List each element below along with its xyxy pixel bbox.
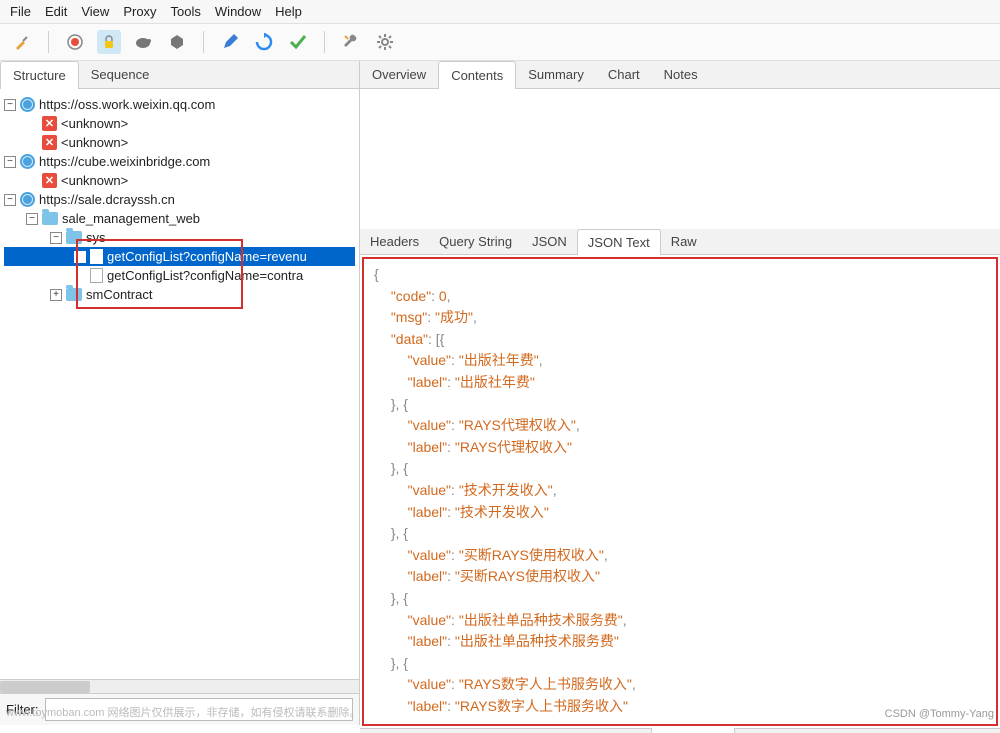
watermark-left: www.toymoban.com 网络图片仅供展示，非存储，如有侵权请联系删除。: [6, 704, 360, 720]
folder-icon: [42, 212, 58, 225]
left-panel: Structure Sequence −https://oss.work.wei…: [0, 61, 360, 725]
bottomtab-javascript[interactable]: JavaScript: [516, 729, 597, 733]
tree-label: sale_management_web: [62, 211, 200, 226]
tab-notes[interactable]: Notes: [652, 61, 710, 88]
tree-host[interactable]: −https://sale.dcrayssh.cn: [4, 190, 355, 209]
left-tabs: Structure Sequence: [0, 61, 359, 89]
tree-label: getConfigList?configName=revenu: [107, 249, 307, 264]
scroll-thumb[interactable]: [0, 681, 90, 693]
tree-label: https://cube.weixinbridge.com: [39, 154, 210, 169]
tab-chart[interactable]: Chart: [596, 61, 652, 88]
doc-icon: [90, 249, 103, 264]
lock-icon[interactable]: [97, 30, 121, 54]
bottomtab-text[interactable]: Text: [429, 729, 473, 733]
response-subtabs: Headers Text Hex JavaScript JSON JSON Te…: [360, 728, 1000, 733]
tree-host[interactable]: −https://oss.work.weixin.qq.com: [4, 95, 355, 114]
bottomtab-headers[interactable]: Headers: [360, 729, 429, 733]
turtle-icon[interactable]: [131, 30, 155, 54]
menu-file[interactable]: File: [10, 4, 31, 19]
tree-folder[interactable]: −sys: [4, 228, 355, 247]
globe-icon: [20, 154, 35, 169]
right-tabs: Overview Contents Summary Chart Notes: [360, 61, 1000, 89]
broom-icon[interactable]: [10, 30, 34, 54]
request-subtabs: Headers Query String JSON JSON Text Raw: [360, 229, 1000, 255]
tree-item[interactable]: ✕ <unknown>: [4, 171, 355, 190]
tab-contents[interactable]: Contents: [438, 61, 516, 89]
menu-tools[interactable]: Tools: [171, 4, 201, 19]
error-icon: ✕: [42, 135, 57, 150]
doc-icon: [90, 268, 103, 283]
subtab-raw[interactable]: Raw: [661, 229, 707, 254]
right-panel: Overview Contents Summary Chart Notes He…: [360, 61, 1000, 725]
refresh-icon[interactable]: [252, 30, 276, 54]
bottomtab-hex[interactable]: Hex: [473, 729, 516, 733]
bottomtab-raw[interactable]: Raw: [735, 729, 781, 733]
subtab-jsontext[interactable]: JSON Text: [577, 229, 661, 255]
menu-help[interactable]: Help: [275, 4, 302, 19]
subtab-querystring[interactable]: Query String: [429, 229, 522, 254]
toolbar-separator: [203, 31, 204, 53]
tree-request-selected[interactable]: getConfigList?configName=revenu: [4, 247, 355, 266]
tab-sequence[interactable]: Sequence: [79, 61, 162, 88]
tree-label: https://oss.work.weixin.qq.com: [39, 97, 215, 112]
tree-label: <unknown>: [61, 116, 128, 131]
tree: −https://oss.work.weixin.qq.com ✕ <unknow…: [0, 89, 359, 679]
tree-folder[interactable]: +smContract: [4, 285, 355, 304]
error-icon: ✕: [42, 173, 57, 188]
folder-icon: [66, 231, 82, 244]
subtab-json[interactable]: JSON: [522, 229, 577, 254]
horizontal-scrollbar[interactable]: [0, 679, 359, 693]
error-icon: ✕: [42, 116, 57, 131]
globe-icon: [20, 97, 35, 112]
tab-overview[interactable]: Overview: [360, 61, 438, 88]
json-content: { "code": 0, "msg": "成功", "data": [{ "va…: [360, 255, 1000, 728]
watermark-right: CSDN @Tommy-Yang: [885, 708, 994, 720]
tree-label: sys: [86, 230, 106, 245]
json-text-area[interactable]: { "code": 0, "msg": "成功", "data": [{ "va…: [360, 255, 1000, 728]
tree-folder[interactable]: −sale_management_web: [4, 209, 355, 228]
main-area: Structure Sequence −https://oss.work.wei…: [0, 61, 1000, 725]
tree-host[interactable]: −https://cube.weixinbridge.com: [4, 152, 355, 171]
tree-label: <unknown>: [61, 173, 128, 188]
subtab-headers[interactable]: Headers: [360, 229, 429, 254]
globe-icon: [20, 192, 35, 207]
menu-proxy[interactable]: Proxy: [123, 4, 156, 19]
gear-icon[interactable]: [373, 30, 397, 54]
toolbar: [0, 24, 1000, 61]
tree-item[interactable]: ✕ <unknown>: [4, 114, 355, 133]
record-icon[interactable]: [63, 30, 87, 54]
check-icon[interactable]: [286, 30, 310, 54]
tree-label: https://sale.dcrayssh.cn: [39, 192, 175, 207]
tree-item[interactable]: ✕ <unknown>: [4, 133, 355, 152]
hex-icon[interactable]: [165, 30, 189, 54]
menu-edit[interactable]: Edit: [45, 4, 67, 19]
pencil-icon[interactable]: [218, 30, 242, 54]
bottomtab-json[interactable]: JSON: [597, 729, 652, 733]
tree-label: getConfigList?configName=contra: [107, 268, 303, 283]
tree-request[interactable]: getConfigList?configName=contra: [4, 266, 355, 285]
bottomtab-jsontext[interactable]: JSON Text: [651, 728, 735, 733]
tab-summary[interactable]: Summary: [516, 61, 596, 88]
folder-icon: [66, 288, 82, 301]
tree-label: smContract: [86, 287, 152, 302]
menubar: File Edit View Proxy Tools Window Help: [0, 0, 1000, 24]
tree-label: <unknown>: [61, 135, 128, 150]
menu-view[interactable]: View: [81, 4, 109, 19]
toolbar-separator: [48, 31, 49, 53]
toolbar-separator: [324, 31, 325, 53]
tab-structure[interactable]: Structure: [0, 61, 79, 89]
wrench-icon[interactable]: [339, 30, 363, 54]
menu-window[interactable]: Window: [215, 4, 261, 19]
